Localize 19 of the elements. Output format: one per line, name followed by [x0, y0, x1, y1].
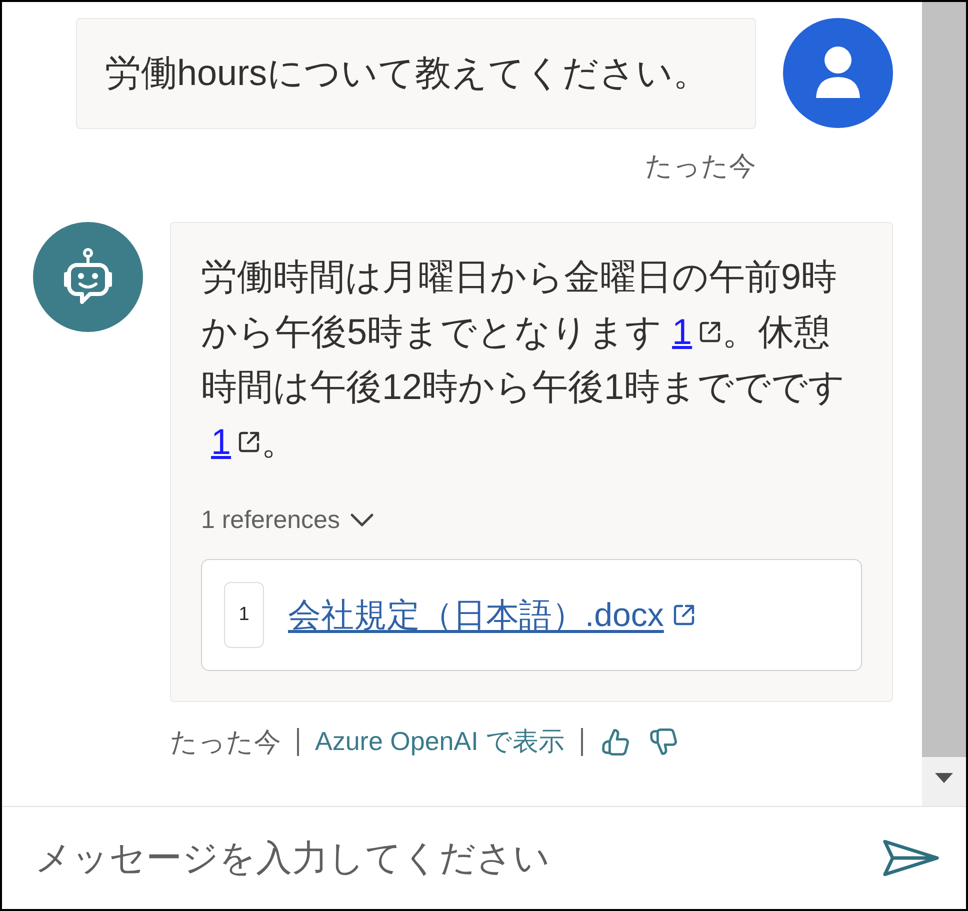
view-source-link[interactable]: Azure OpenAI で表示 [315, 724, 565, 759]
citation-link[interactable]: 1 [672, 304, 722, 359]
external-link-icon[interactable] [672, 603, 696, 627]
robot-avatar-icon [33, 222, 143, 332]
timestamp: たった今 [170, 726, 281, 758]
document-link[interactable]: 会社規定（日本語）.docx [288, 592, 696, 638]
scroll-down-arrow-icon[interactable] [935, 773, 953, 783]
citation-link[interactable]: 1 [211, 414, 262, 469]
send-icon[interactable] [882, 838, 940, 878]
external-link-icon[interactable] [698, 320, 722, 344]
reference-number: 1 [224, 582, 264, 648]
message-text: 労働時間は月曜日から金曜日の午前9時から午後5時までとなります 1 。休憩時間は午後12時から午後1時まででです 1 。 [201, 249, 862, 469]
message-input[interactable]: メッセージを入力してください [35, 830, 862, 886]
person-avatar-icon [783, 18, 893, 128]
message-text: 労働hoursについて教えてください。 [105, 51, 710, 95]
timestamp: たった今 [645, 150, 756, 183]
chevron-down-icon [350, 513, 374, 527]
references-toggle[interactable]: 1 references [201, 503, 374, 537]
external-link-icon[interactable] [237, 430, 262, 454]
